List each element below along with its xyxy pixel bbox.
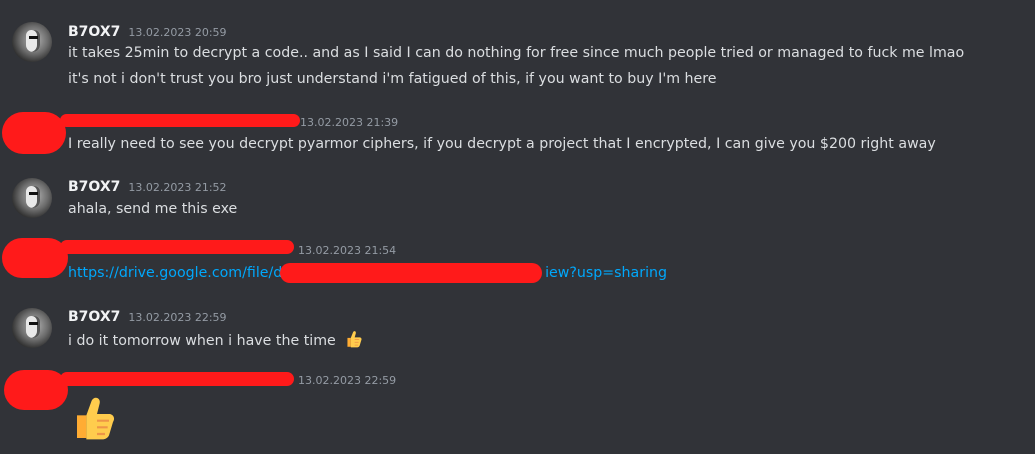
- avatar-face-icon: [26, 186, 40, 208]
- author-name[interactable]: B7OX7: [68, 179, 120, 195]
- timestamp: 13.02.2023 22:59: [128, 311, 227, 324]
- timestamp: 13.02.2023 21:39: [300, 116, 399, 129]
- avatar-face-icon: [26, 316, 40, 338]
- timestamp: 13.02.2023 21:52: [128, 181, 227, 194]
- message: B7OX7 13.02.2023 22:59 i do it tomorrow …: [0, 300, 1035, 360]
- message: B7OX7 13.02.2023 21:52 ahala, send me th…: [0, 170, 1035, 230]
- author-name[interactable]: B7OX7: [68, 24, 120, 40]
- link-text[interactable]: iew?usp=sharing: [545, 265, 667, 281]
- avatar-eye-icon: [29, 36, 38, 39]
- author-name[interactable]: B7OX7: [68, 309, 120, 325]
- message: 13.02.2023 22:59: [0, 360, 1035, 454]
- avatar[interactable]: [12, 308, 52, 348]
- redaction-mark: [60, 114, 300, 127]
- message-text-body: i do it tomorrow when i have the time: [68, 333, 336, 349]
- redaction-mark: [4, 370, 68, 410]
- message: 13.02.2023 21:39 I really need to see yo…: [0, 100, 1035, 160]
- redaction-mark: [60, 240, 294, 254]
- redaction-mark: [60, 372, 294, 386]
- avatar[interactable]: [12, 22, 52, 62]
- thumbs-up-icon[interactable]: [343, 329, 363, 353]
- message-text: it's not i don't trust you bro just unde…: [68, 71, 717, 87]
- link-text[interactable]: https://drive.google.com/file/d/: [68, 265, 287, 281]
- avatar-eye-icon: [29, 322, 38, 325]
- avatar[interactable]: [12, 178, 52, 218]
- redaction-mark: [280, 263, 542, 283]
- redaction-mark: [2, 112, 66, 154]
- thumbs-up-icon[interactable]: [68, 394, 118, 446]
- message-text: I really need to see you decrypt pyarmor…: [68, 136, 936, 152]
- message: B7OX7 13.02.2023 20:59 it takes 25min to…: [0, 0, 1035, 100]
- timestamp: 13.02.2023 22:59: [298, 374, 397, 387]
- message-text: ahala, send me this exe: [68, 201, 238, 217]
- message: 13.02.2023 21:54 https://drive.google.co…: [0, 232, 1035, 294]
- redaction-mark: [2, 238, 68, 278]
- timestamp: 13.02.2023 21:54: [298, 244, 397, 257]
- avatar-eye-icon: [29, 192, 38, 195]
- timestamp: 13.02.2023 20:59: [128, 26, 227, 39]
- avatar-face-icon: [26, 30, 40, 52]
- message-text: i do it tomorrow when i have the time: [68, 329, 363, 353]
- message-text: it takes 25min to decrypt a code.. and a…: [68, 45, 965, 61]
